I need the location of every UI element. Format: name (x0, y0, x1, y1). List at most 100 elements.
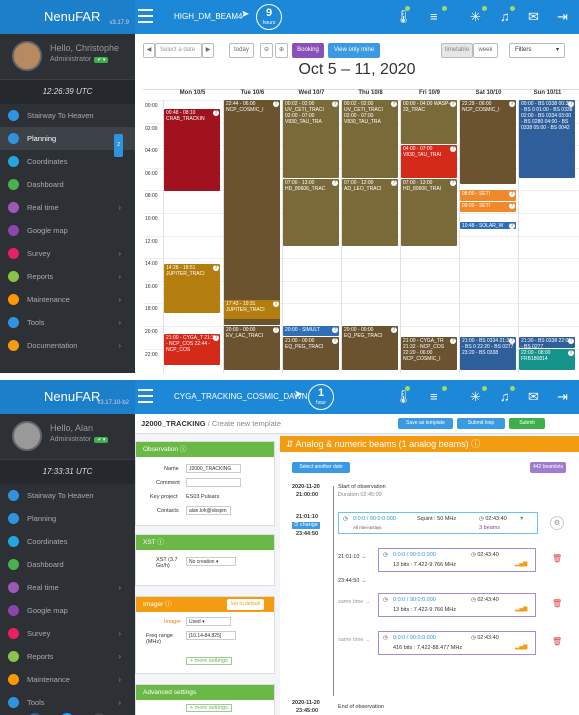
calendar-event[interactable]: 21:00 - CYGA_TR 21:32 - NCP_COS 22:20 - … (401, 337, 457, 371)
submit-loop-button[interactable]: Submit loop (457, 418, 505, 429)
info-icon[interactable]: ? (213, 334, 219, 341)
info-icon[interactable]: ? (332, 180, 338, 187)
calendar-event[interactable]: 22:44 - 06:00 NCP_COSMIC_I? (224, 100, 280, 325)
sidebar-item[interactable]: Documentation › (0, 334, 135, 357)
calendar-event[interactable]: 00:02 - 02:00 UV_CETI_TRACI 02:00 - 07:0… (342, 100, 398, 179)
imager-more-settings[interactable]: + more settings (186, 657, 232, 665)
day-header[interactable]: Wed 10/7 (282, 90, 341, 100)
thermometer-icon[interactable]: 🌡 (395, 9, 412, 25)
sidebar-item[interactable]: Google map (0, 599, 135, 622)
sidebar-item[interactable]: Stairway To Heaven (0, 484, 135, 507)
submit-button[interactable]: Submit (509, 418, 545, 429)
info-icon[interactable]: ? (450, 180, 456, 187)
booking-button[interactable]: Booking (292, 43, 324, 58)
info-icon[interactable]: ? (450, 338, 456, 345)
comment-input[interactable] (186, 478, 241, 487)
change-button[interactable]: ⏱ change (292, 522, 320, 529)
day-header[interactable]: Tue 10/6 (223, 90, 282, 100)
info-icon[interactable]: ? (391, 327, 397, 333)
sidebar-item[interactable]: Real time › (0, 576, 135, 599)
sidebar-item[interactable]: Coordinates (0, 530, 135, 553)
info-icon[interactable]: ? (332, 101, 338, 107)
sidebar-item[interactable]: Survey › (0, 242, 135, 265)
calendar-event[interactable]: 10:48 - SOLAR_W? (460, 222, 516, 229)
mail-icon[interactable]: ✉ (528, 389, 539, 405)
info-icon[interactable]: ? (391, 180, 397, 187)
calendar-event[interactable]: 17:43 - 19:31 JUPITER_TRACI? (224, 300, 280, 320)
next-week-button[interactable]: ▶ (202, 43, 214, 58)
numeric-beam-card[interactable]: ◷ 0:0:0 / 90:0:0.000 ◷ 02:43:40 416 bits : … (378, 631, 536, 655)
day-header[interactable]: Mon 10/5 (163, 90, 222, 100)
info-icon[interactable]: ? (509, 202, 515, 209)
calendar-event[interactable]: 22:29 - 06:00 NCP_COSMIC_I? (460, 100, 516, 184)
info-icon[interactable]: ? (332, 327, 338, 333)
antenna-icon[interactable]: ✳ (470, 389, 481, 405)
info-icon[interactable]: ? (509, 338, 515, 345)
day-header[interactable]: Sun 10/11 (518, 90, 577, 100)
sidebar-item[interactable]: Dashboard (0, 173, 135, 196)
xst-select[interactable]: No creation ▾ (186, 557, 236, 566)
numeric-beam-card[interactable]: ◷ 0:0:0 / 90:0:0.000 ◷ 02:43:40 13 bits : 7… (378, 593, 536, 617)
zoom-in-icon[interactable]: ⊕ (275, 43, 288, 58)
hours-counter[interactable]: 9 hours (256, 4, 282, 30)
calendar-event[interactable]: 00:48 - 08:10 CRAB_TRACKIN? (164, 109, 220, 191)
trash-icon[interactable]: 🗑 (552, 637, 562, 646)
calendar-event[interactable]: 09:00 - SETI? (460, 201, 516, 212)
sidebar-item[interactable]: Planning (0, 507, 135, 530)
sidebar-item[interactable]: Reports › (0, 265, 135, 288)
menu-toggle-icon[interactable] (138, 389, 153, 403)
contacts-input[interactable]: alan.loh@obspm (186, 506, 231, 515)
calendar-event[interactable]: 21:00 - BS 0334 21:30 - BS 0 22:20 - BS … (460, 337, 516, 371)
view-only-mine-button[interactable]: View only mine (328, 43, 380, 58)
database-icon[interactable]: ≡ (430, 389, 438, 404)
sidebar-item[interactable]: Tools › (0, 691, 135, 714)
set-default-button[interactable]: Set to default (226, 599, 264, 610)
database-icon[interactable]: ≡ (430, 9, 438, 24)
info-icon[interactable]: ? (273, 301, 279, 307)
prev-week-button[interactable]: ◀ (143, 43, 155, 58)
filters-dropdown[interactable]: Filters ▾ (509, 43, 565, 58)
zoom-out-icon[interactable]: ⊖ (260, 43, 273, 58)
numeric-beam-card[interactable]: ◷ 0:0:0 / 90:0:0.000 ◷ 02:43:40 13 bits : 7… (378, 548, 536, 572)
current-campaign[interactable]: HIGH_DM_BEAM4 (174, 12, 242, 21)
sidebar-item[interactable]: Coordinates (0, 150, 135, 173)
calendar-event[interactable]: 21:00 - CYGA_T 21:32 - NCP_COS 22:44 - N… (164, 333, 220, 365)
calendar-event[interactable]: 00:02 - 02:00 UV_CETI_TRACI 02:00 - 07:0… (283, 100, 339, 179)
info-icon[interactable]: ? (568, 338, 574, 345)
thermometer-icon[interactable]: 🌡 (395, 389, 412, 405)
sidebar-item[interactable]: Maintenance › (0, 288, 135, 311)
trash-icon[interactable]: 🗑 (552, 554, 562, 563)
brand-logo[interactable]: NenuFAR v3.17.10-b2 (0, 380, 135, 414)
menu-toggle-icon[interactable] (138, 9, 153, 23)
name-input[interactable]: J2000_TRACKING (186, 464, 241, 473)
bell-icon[interactable]: ♫ (500, 9, 510, 24)
info-icon[interactable]: ? (450, 146, 456, 153)
calendar-event[interactable]: 22:00 - 08:00 FRB180814? (519, 348, 575, 371)
sidebar-item[interactable]: Google map (0, 219, 135, 242)
calendar-event[interactable]: 00:00 - BS 0338 00:30 - BS 0 01:00 - BS … (519, 100, 575, 179)
sidebar-item[interactable]: Planning 2 (0, 127, 135, 157)
info-icon[interactable]: ? (213, 110, 219, 117)
calendar-event[interactable]: 20:00 - SIMULT? (283, 326, 339, 337)
sidebar-item[interactable]: Survey › (0, 622, 135, 645)
analog-beam-card[interactable]: ◷ 0:0:0 / 90:0:0.000 Squint : 50 MHz ◷ 0… (338, 512, 538, 534)
sidebar-item[interactable]: Real time › (0, 196, 135, 219)
hours-counter[interactable]: 1 hour (308, 384, 334, 410)
week-button[interactable]: week (473, 43, 498, 58)
freq-range-input[interactable]: [10.14-84.825] (186, 631, 236, 640)
day-header[interactable]: Sat 10/10 (459, 90, 518, 100)
sidebar-item[interactable]: Dashboard (0, 553, 135, 576)
timetable-button[interactable]: timetable (441, 43, 473, 58)
antenna-icon[interactable]: ✳ (470, 9, 481, 25)
info-icon[interactable]: ? (509, 101, 515, 107)
bell-icon[interactable]: ♫ (500, 389, 510, 404)
info-icon[interactable]: ? (273, 101, 279, 107)
imager-select[interactable]: Used ▾ (186, 617, 231, 626)
calendar-event[interactable]: 00:00 - 04:00 WASP-33_TRAC? (401, 100, 457, 145)
today-button[interactable]: today (229, 43, 254, 58)
date-picker-input[interactable]: Select a date (155, 43, 202, 58)
gear-icon[interactable]: ⚙ (550, 516, 564, 530)
day-header[interactable]: Thu 10/8 (341, 90, 400, 100)
current-campaign[interactable]: CYGA_TRACKING_COSMIC_DAWN (174, 392, 308, 401)
info-icon[interactable]: ? (450, 101, 456, 107)
